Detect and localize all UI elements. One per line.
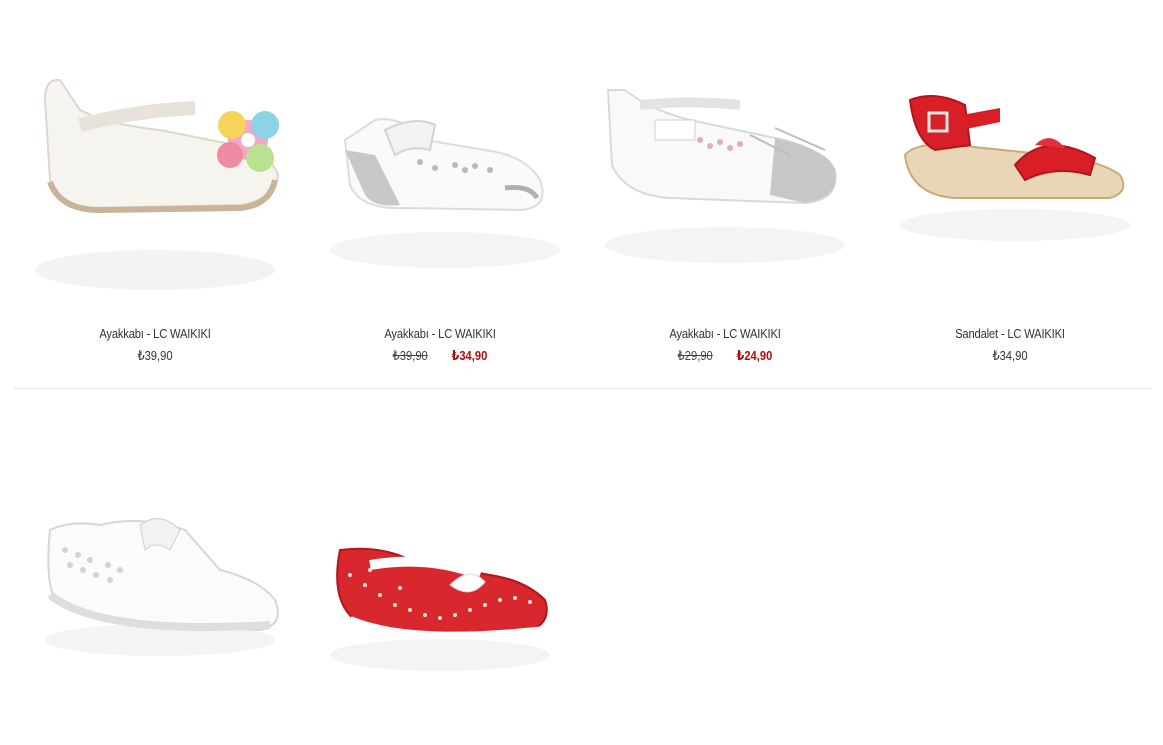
product-image[interactable] xyxy=(305,70,575,320)
product-prices: ₺39,90 xyxy=(39,348,271,364)
product-prices: ₺39,90 ₺34,90 xyxy=(324,348,556,364)
red-sandal-image xyxy=(900,95,1130,241)
white-sneaker-image xyxy=(45,518,279,656)
product-image[interactable] xyxy=(20,470,290,720)
product-old-price: ₺39,90 xyxy=(392,348,428,363)
product-title[interactable]: Ayakkabı - LC WAIKIKI xyxy=(609,326,841,341)
product-title[interactable]: Ayakkabı - LC WAIKIKI xyxy=(324,326,556,341)
product-image[interactable] xyxy=(875,70,1145,320)
white-mary-jane-shoe-image xyxy=(35,78,280,290)
product-image[interactable] xyxy=(590,70,860,320)
product-old-price: ₺29,90 xyxy=(677,348,713,363)
row-divider xyxy=(14,388,1152,389)
white-silver-shoe-image xyxy=(330,118,560,268)
product-sale-price: ₺24,90 xyxy=(736,348,773,363)
product-prices: ₺34,90 xyxy=(894,348,1126,364)
white-silver-ballerina-image xyxy=(605,89,845,263)
product-prices: ₺29,90 ₺24,90 xyxy=(609,348,841,364)
product-image[interactable] xyxy=(20,70,290,320)
product-title[interactable]: Sandalet - LC WAIKIKI xyxy=(894,326,1126,341)
product-image[interactable] xyxy=(310,490,580,740)
product-price: ₺39,90 xyxy=(137,348,173,363)
red-polka-dot-shoe-image xyxy=(330,547,550,671)
product-price: ₺34,90 xyxy=(992,348,1028,363)
product-title[interactable]: Ayakkabı - LC WAIKIKI xyxy=(39,326,271,341)
product-sale-price: ₺34,90 xyxy=(451,348,488,363)
